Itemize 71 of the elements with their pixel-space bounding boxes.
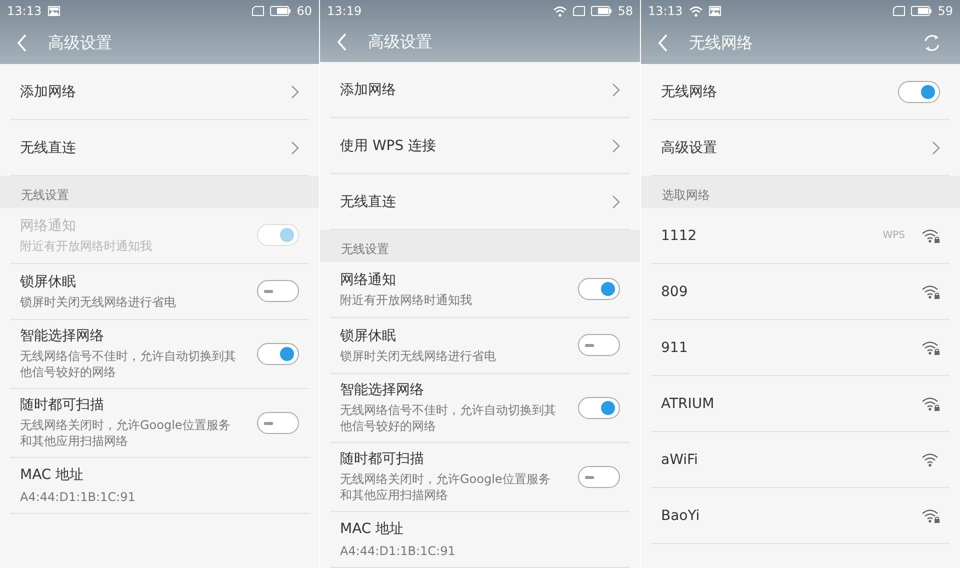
toggle-switch[interactable] (578, 396, 620, 418)
section-header: 无线设置 (320, 230, 640, 262)
status-time: 13:13 (648, 4, 683, 18)
chevron-right-icon (932, 140, 940, 154)
setting-label: 网络通知 (340, 270, 397, 288)
network-item[interactable]: aWiFi (651, 432, 950, 488)
image-icon (708, 6, 721, 16)
battery-level: 58 (618, 4, 633, 18)
battery-level: 59 (938, 4, 953, 18)
battery-icon (910, 6, 932, 16)
setting-summary: 附近有开放网络时通知我 (340, 292, 472, 308)
toggle-switch[interactable] (257, 412, 299, 434)
settings-item[interactable]: 使用 WPS 连接 (330, 118, 630, 174)
setting-summary: 无线网络信号不佳时，允许自动切换到其他信号较好的网络 (340, 402, 556, 434)
sim-card-icon (252, 6, 264, 16)
setting-summary: 无线网络关闭时，允许Google位置服务和其他应用扫描网络 (340, 471, 552, 503)
status-time: 13:19 (327, 4, 362, 18)
wifi-icon (688, 6, 703, 16)
refresh-icon[interactable] (922, 33, 942, 53)
settings-item[interactable]: 添加网络 (330, 62, 630, 118)
chevron-right-icon (291, 84, 299, 98)
setting-summary: 附近有开放网络时通知我 (20, 238, 152, 254)
battery-icon (270, 6, 291, 16)
setting-label: MAC 地址 (20, 466, 84, 484)
network-item[interactable]: 1112 WPS (651, 208, 950, 264)
toggle-switch[interactable] (898, 80, 940, 102)
setting-label: MAC 地址 (340, 520, 404, 538)
setting-summary: 锁屏时关闭无线网络进行省电 (20, 294, 176, 310)
mac-address: A4:44:D1:1B:1C:91 (340, 543, 456, 559)
setting-label: 锁屏休眠 (20, 272, 77, 290)
mac-address: A4:44:D1:1B:1C:91 (20, 489, 136, 505)
back-icon[interactable] (658, 34, 668, 52)
setting-summary: 无线网络关闭时，允许Google位置服务和其他应用扫描网络 (20, 417, 232, 449)
section-header: 选取网络 (641, 176, 960, 208)
toggle-switch[interactable] (578, 278, 620, 300)
network-item[interactable]: BaoYi (651, 488, 950, 544)
chevron-right-icon (612, 138, 620, 152)
setting-label: 无线网络 (661, 82, 717, 100)
status-time: 13:13 (7, 4, 42, 18)
network-item[interactable]: ATRIUM (651, 376, 950, 432)
toggle-switch[interactable] (257, 342, 299, 364)
setting-label: 智能选择网络 (340, 381, 425, 399)
screen-title: 无线网络 (689, 32, 753, 54)
sim-card-icon (572, 6, 585, 16)
setting-label: 锁屏休眠 (340, 326, 397, 344)
toggle-switch[interactable] (257, 280, 299, 302)
setting-summary: 锁屏时关闭无线网络进行省电 (340, 348, 496, 364)
setting-label: 网络通知 (20, 216, 77, 234)
chevron-right-icon (612, 194, 620, 208)
toggle-switch[interactable] (578, 466, 620, 488)
setting-label: 智能选择网络 (20, 327, 105, 345)
screen-title: 高级设置 (48, 32, 112, 54)
network-item[interactable]: 809 (651, 264, 950, 320)
image-icon (48, 6, 60, 16)
back-icon[interactable] (17, 34, 27, 52)
screen-title: 高级设置 (368, 32, 432, 52)
battery-level: 60 (296, 4, 312, 18)
wps-label: WPS (882, 230, 905, 241)
setting-label: 随时都可扫描 (340, 450, 425, 468)
toggle-switch[interactable] (578, 334, 620, 356)
back-icon[interactable] (337, 33, 347, 51)
setting-label: 随时都可扫描 (20, 396, 105, 414)
settings-item[interactable]: 添加网络 (10, 64, 309, 120)
wifi-icon (552, 6, 567, 16)
chevron-right-icon (612, 82, 620, 96)
chevron-right-icon (291, 140, 299, 154)
section-header: 无线设置 (0, 176, 319, 208)
setting-summary: 无线网络信号不佳时，允许自动切换到其他信号较好的网络 (20, 348, 236, 380)
battery-icon (590, 6, 612, 16)
sim-card-icon (892, 6, 905, 16)
network-item[interactable]: 911 (651, 320, 950, 376)
